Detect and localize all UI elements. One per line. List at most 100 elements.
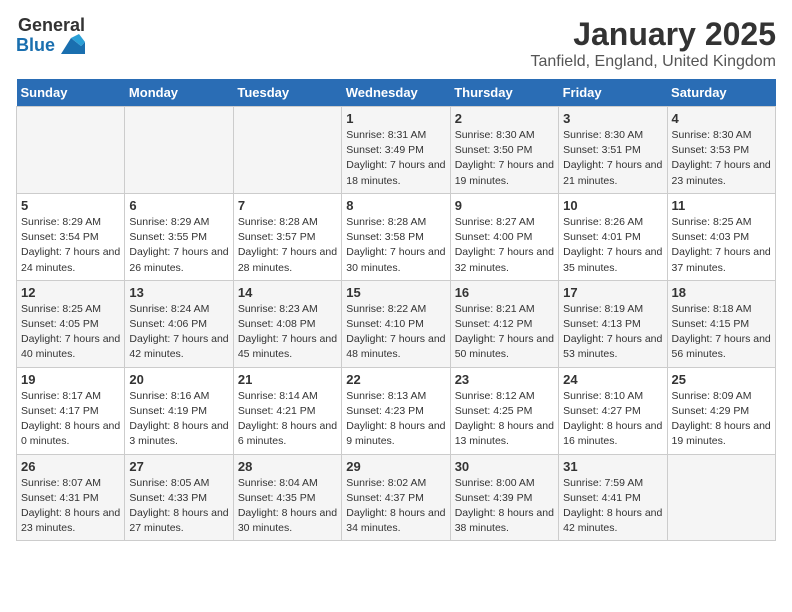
day-info: Sunrise: 8:27 AM Sunset: 4:00 PM Dayligh…	[455, 215, 554, 276]
table-row: 29 Sunrise: 8:02 AM Sunset: 4:37 PM Dayli…	[342, 454, 450, 541]
table-row: 5Sunrise: 8:29 AM Sunset: 3:54 PM Daylig…	[17, 193, 125, 280]
day-info: Sunrise: 8:07 AM Sunset: 4:31 PM Dayligh…	[21, 476, 120, 537]
table-row	[667, 454, 775, 541]
day-number: 23	[455, 372, 554, 387]
table-row: 24 Sunrise: 8:10 AM Sunset: 4:27 PM Dayli…	[559, 367, 667, 454]
table-row: 10 Sunrise: 8:26 AM Sunset: 4:01 PM Dayli…	[559, 193, 667, 280]
header-sunday: Sunday	[17, 79, 125, 107]
table-row: 3 Sunrise: 8:30 AM Sunset: 3:51 PM Daylig…	[559, 107, 667, 194]
day-number: 15	[346, 285, 445, 300]
day-number: 20	[129, 372, 228, 387]
day-number: 16	[455, 285, 554, 300]
header-wednesday: Wednesday	[342, 79, 450, 107]
day-info: Sunrise: 8:17 AM Sunset: 4:17 PM Dayligh…	[21, 389, 120, 450]
table-row	[233, 107, 341, 194]
day-number: 14	[238, 285, 337, 300]
day-number: 6	[129, 198, 228, 213]
day-number: 21	[238, 372, 337, 387]
day-info: Sunrise: 8:30 AM Sunset: 3:51 PM Dayligh…	[563, 128, 662, 189]
table-row: 19 Sunrise: 8:17 AM Sunset: 4:17 PM Dayli…	[17, 367, 125, 454]
logo-general: General	[18, 16, 85, 34]
table-row: 16 Sunrise: 8:21 AM Sunset: 4:12 PM Dayli…	[450, 280, 558, 367]
day-number: 11	[672, 198, 771, 213]
day-info: Sunrise: 8:13 AM Sunset: 4:23 PM Dayligh…	[346, 389, 445, 450]
day-number: 22	[346, 372, 445, 387]
table-row: 22 Sunrise: 8:13 AM Sunset: 4:23 PM Dayli…	[342, 367, 450, 454]
day-number: 8	[346, 198, 445, 213]
table-row: 13 Sunrise: 8:24 AM Sunset: 4:06 PM Dayli…	[125, 280, 233, 367]
day-number: 31	[563, 459, 662, 474]
day-number: 3	[563, 111, 662, 126]
table-row: 6 Sunrise: 8:29 AM Sunset: 3:55 PM Daylig…	[125, 193, 233, 280]
day-info: Sunrise: 8:02 AM Sunset: 4:37 PM Dayligh…	[346, 476, 445, 537]
table-row: 1Sunrise: 8:31 AM Sunset: 3:49 PM Daylig…	[342, 107, 450, 194]
header-saturday: Saturday	[667, 79, 775, 107]
day-info: Sunrise: 8:23 AM Sunset: 4:08 PM Dayligh…	[238, 302, 337, 363]
day-info: Sunrise: 8:16 AM Sunset: 4:19 PM Dayligh…	[129, 389, 228, 450]
table-row: 11 Sunrise: 8:25 AM Sunset: 4:03 PM Dayli…	[667, 193, 775, 280]
day-number: 5	[21, 198, 120, 213]
table-row: 26 Sunrise: 8:07 AM Sunset: 4:31 PM Dayli…	[17, 454, 125, 541]
day-number: 12	[21, 285, 120, 300]
header-monday: Monday	[125, 79, 233, 107]
day-number: 26	[21, 459, 120, 474]
day-info: Sunrise: 8:22 AM Sunset: 4:10 PM Dayligh…	[346, 302, 445, 363]
table-row: 17Sunrise: 8:19 AM Sunset: 4:13 PM Dayli…	[559, 280, 667, 367]
table-row: 7 Sunrise: 8:28 AM Sunset: 3:57 PM Daylig…	[233, 193, 341, 280]
title-area: January 2025 Tanfield, England, United K…	[531, 16, 777, 71]
calendar-header: Sunday Monday Tuesday Wednesday Thursday…	[17, 79, 776, 107]
day-number: 1	[346, 111, 445, 126]
day-info: Sunrise: 8:28 AM Sunset: 3:57 PM Dayligh…	[238, 215, 337, 276]
day-number: 30	[455, 459, 554, 474]
day-info: Sunrise: 8:24 AM Sunset: 4:06 PM Dayligh…	[129, 302, 228, 363]
day-info: Sunrise: 8:29 AM Sunset: 3:55 PM Dayligh…	[129, 215, 228, 276]
day-number: 24	[563, 372, 662, 387]
logo: General Blue	[16, 16, 85, 56]
table-row: 20 Sunrise: 8:16 AM Sunset: 4:19 PM Dayli…	[125, 367, 233, 454]
day-number: 13	[129, 285, 228, 300]
day-number: 25	[672, 372, 771, 387]
header: General Blue January 2025 Tanfield, Engl…	[16, 16, 776, 71]
day-info: Sunrise: 8:14 AM Sunset: 4:21 PM Dayligh…	[238, 389, 337, 450]
table-row: 9Sunrise: 8:27 AM Sunset: 4:00 PM Daylig…	[450, 193, 558, 280]
day-number: 19	[21, 372, 120, 387]
day-info: Sunrise: 8:10 AM Sunset: 4:27 PM Dayligh…	[563, 389, 662, 450]
day-info: Sunrise: 8:00 AM Sunset: 4:39 PM Dayligh…	[455, 476, 554, 537]
day-number: 29	[346, 459, 445, 474]
table-row: 12 Sunrise: 8:25 AM Sunset: 4:05 PM Dayli…	[17, 280, 125, 367]
day-info: Sunrise: 8:30 AM Sunset: 3:50 PM Dayligh…	[455, 128, 554, 189]
logo-icon	[57, 34, 85, 56]
day-info: Sunrise: 8:04 AM Sunset: 4:35 PM Dayligh…	[238, 476, 337, 537]
calendar-table: Sunday Monday Tuesday Wednesday Thursday…	[16, 79, 776, 541]
header-tuesday: Tuesday	[233, 79, 341, 107]
day-info: Sunrise: 8:18 AM Sunset: 4:15 PM Dayligh…	[672, 302, 771, 363]
logo-blue: Blue	[16, 36, 55, 54]
day-info: Sunrise: 8:21 AM Sunset: 4:12 PM Dayligh…	[455, 302, 554, 363]
day-number: 10	[563, 198, 662, 213]
day-info: Sunrise: 8:25 AM Sunset: 4:05 PM Dayligh…	[21, 302, 120, 363]
day-info: Sunrise: 8:30 AM Sunset: 3:53 PM Dayligh…	[672, 128, 771, 189]
day-info: Sunrise: 8:26 AM Sunset: 4:01 PM Dayligh…	[563, 215, 662, 276]
table-row: 21 Sunrise: 8:14 AM Sunset: 4:21 PM Dayli…	[233, 367, 341, 454]
table-row: 18 Sunrise: 8:18 AM Sunset: 4:15 PM Dayli…	[667, 280, 775, 367]
table-row: 8Sunrise: 8:28 AM Sunset: 3:58 PM Daylig…	[342, 193, 450, 280]
day-number: 18	[672, 285, 771, 300]
table-row: 23Sunrise: 8:12 AM Sunset: 4:25 PM Dayli…	[450, 367, 558, 454]
table-row	[125, 107, 233, 194]
table-row: 15 Sunrise: 8:22 AM Sunset: 4:10 PM Dayli…	[342, 280, 450, 367]
day-number: 7	[238, 198, 337, 213]
day-number: 28	[238, 459, 337, 474]
table-row: 25Sunrise: 8:09 AM Sunset: 4:29 PM Dayli…	[667, 367, 775, 454]
day-number: 27	[129, 459, 228, 474]
table-row: 27Sunrise: 8:05 AM Sunset: 4:33 PM Dayli…	[125, 454, 233, 541]
day-info: Sunrise: 8:25 AM Sunset: 4:03 PM Dayligh…	[672, 215, 771, 276]
day-number: 17	[563, 285, 662, 300]
table-row: 2Sunrise: 8:30 AM Sunset: 3:50 PM Daylig…	[450, 107, 558, 194]
table-row: 30 Sunrise: 8:00 AM Sunset: 4:39 PM Dayli…	[450, 454, 558, 541]
table-row	[17, 107, 125, 194]
calendar-body: 1Sunrise: 8:31 AM Sunset: 3:49 PM Daylig…	[17, 107, 776, 541]
day-info: Sunrise: 7:59 AM Sunset: 4:41 PM Dayligh…	[563, 476, 662, 537]
table-row: 28 Sunrise: 8:04 AM Sunset: 4:35 PM Dayli…	[233, 454, 341, 541]
header-thursday: Thursday	[450, 79, 558, 107]
table-row: 14 Sunrise: 8:23 AM Sunset: 4:08 PM Dayli…	[233, 280, 341, 367]
